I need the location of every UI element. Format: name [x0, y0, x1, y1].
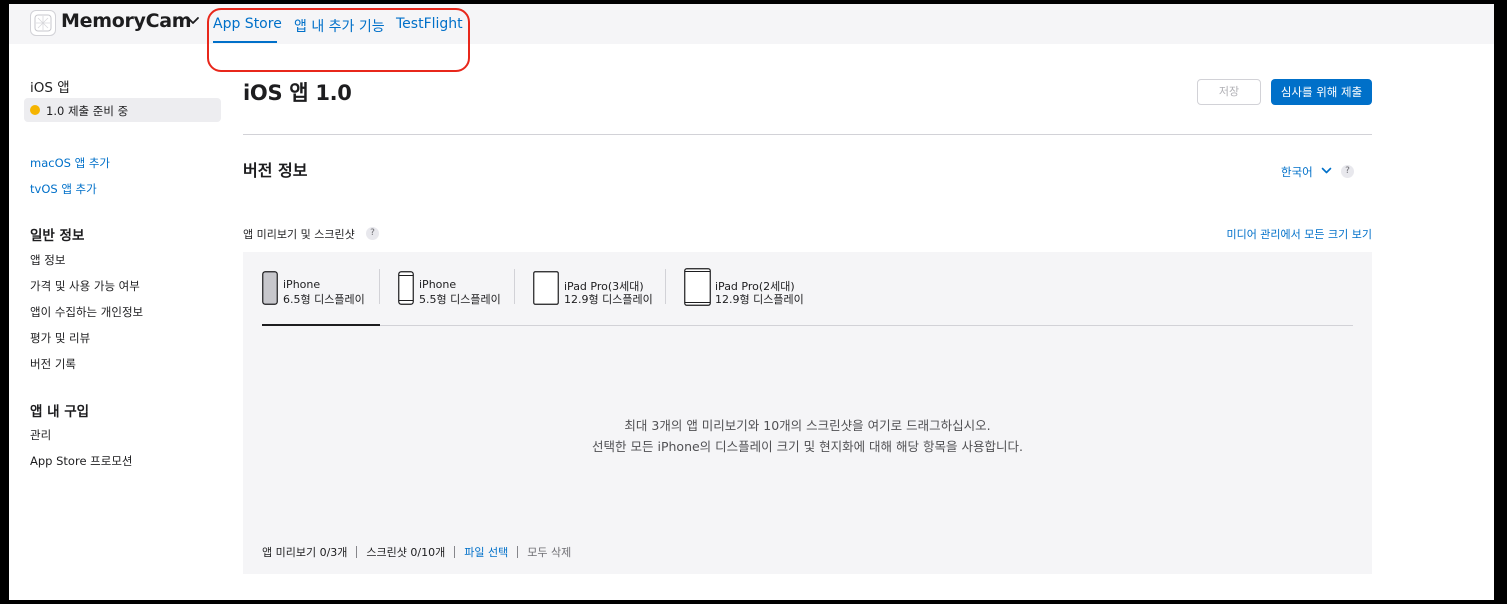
sidebar-item-version-history[interactable]: 버전 기록 — [30, 356, 76, 372]
sidebar-item-promotions[interactable]: App Store 프로모션 — [30, 453, 133, 469]
app-name[interactable]: MemoryCam — [61, 10, 192, 32]
device-size: 6.5형 디스플레이 — [283, 293, 365, 306]
divider — [454, 546, 456, 558]
chevron-down-icon[interactable] — [1321, 167, 1332, 175]
view-all-sizes-link[interactable]: 미디어 관리에서 모든 크기 보기 — [1226, 226, 1372, 242]
sidebar-heading-general: 일반 정보 — [30, 228, 85, 244]
device-name: iPhone — [419, 278, 457, 291]
ipad-icon — [533, 271, 559, 305]
help-icon[interactable]: ? — [366, 227, 379, 240]
sidebar-item-ios-version[interactable]: 1.0 제출 준비 중 — [24, 98, 221, 122]
sidebar-item-pricing[interactable]: 가격 및 사용 가능 여부 — [30, 278, 140, 294]
help-icon[interactable]: ? — [1341, 165, 1354, 178]
divider — [243, 134, 1372, 135]
sidebar-heading-ios-app: iOS 앱 — [30, 80, 70, 96]
save-button[interactable]: 저장 — [1197, 79, 1261, 105]
main-content: iOS 앱 1.0 저장 심사를 위해 제출 버전 정보 한국어 ? 앱 미리보… — [243, 44, 1373, 600]
iphone-icon — [398, 271, 414, 305]
device-tab-ipad-pro-3[interactable]: iPad Pro(3세대) 12.9형 디스플레이 — [533, 268, 663, 310]
ipad-icon — [684, 268, 711, 306]
add-macos-app-link[interactable]: macOS 앱 추가 — [30, 155, 110, 171]
status-dot-icon — [30, 105, 40, 115]
divider — [262, 325, 1353, 326]
media-section-label: 앱 미리보기 및 스크린샷 — [243, 228, 355, 241]
page-title: iOS 앱 1.0 — [243, 81, 352, 105]
device-size: 12.9형 디스플레이 — [715, 293, 804, 306]
submit-for-review-button[interactable]: 심사를 위해 제출 — [1271, 79, 1372, 105]
device-size: 12.9형 디스플레이 — [564, 293, 653, 306]
screenshot-count: 스크린샷 0/10개 — [366, 546, 446, 559]
choose-file-link[interactable]: 파일 선택 — [464, 544, 508, 560]
divider — [379, 269, 380, 304]
delete-all-link[interactable]: 모두 삭제 — [527, 544, 571, 560]
sidebar-item-label: 1.0 제출 준비 중 — [46, 104, 129, 118]
sidebar-item-ratings[interactable]: 평가 및 리뷰 — [30, 330, 90, 346]
sidebar-item-app-info[interactable]: 앱 정보 — [30, 252, 65, 268]
divider — [517, 546, 519, 558]
sidebar-heading-iap: 앱 내 구입 — [30, 404, 90, 420]
media-footer: 앱 미리보기 0/3개 스크린샷 0/10개 파일 선택 모두 삭제 — [262, 544, 571, 560]
device-tab-ipad-pro-2[interactable]: iPad Pro(2세대) 12.9형 디스플레이 — [684, 268, 814, 310]
sidebar-item-privacy[interactable]: 앱이 수집하는 개인정보 — [30, 304, 143, 320]
active-device-indicator — [262, 324, 380, 326]
app-window: MemoryCam App Store 앱 내 추가 기능 TestFlight… — [9, 4, 1494, 600]
chevron-down-icon[interactable] — [186, 16, 200, 26]
add-tvos-app-link[interactable]: tvOS 앱 추가 — [30, 181, 97, 197]
divider — [356, 546, 358, 558]
language-select[interactable]: 한국어 — [1281, 164, 1313, 180]
device-tab-iphone-5-5[interactable]: iPhone 5.5형 디스플레이 — [398, 268, 513, 310]
section-title: 버전 정보 — [243, 161, 308, 180]
preview-count: 앱 미리보기 0/3개 — [262, 546, 348, 559]
device-name: iPhone — [283, 278, 321, 291]
media-panel: iPhone 6.5형 디스플레이 iPhone 5.5형 디스플레이 iPad… — [243, 252, 1372, 574]
divider — [665, 269, 666, 304]
device-size: 5.5형 디스플레이 — [419, 293, 501, 306]
app-icon — [30, 10, 56, 36]
device-tab-iphone-6-5[interactable]: iPhone 6.5형 디스플레이 — [262, 268, 380, 310]
iphone-icon — [262, 271, 278, 305]
drop-zone-instruction[interactable]: 최대 3개의 앱 미리보기와 10개의 스크린샷을 여기로 드래그하십시오. — [243, 415, 1372, 434]
drop-zone-subtext: 선택한 모든 iPhone의 디스플레이 크기 및 현지화에 대해 해당 항목을… — [592, 439, 1023, 454]
divider — [514, 269, 515, 304]
sidebar-item-manage[interactable]: 관리 — [30, 427, 51, 443]
